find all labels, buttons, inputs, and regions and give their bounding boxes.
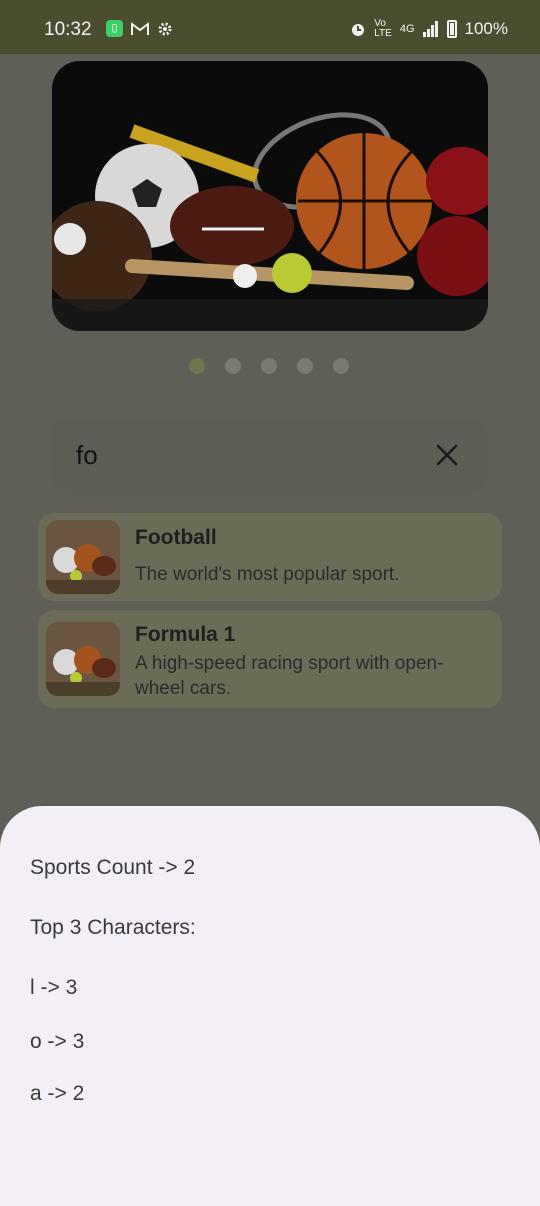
sport-description: The world's most popular sport.	[135, 564, 400, 585]
character-count-item: o -> 3	[30, 1030, 85, 1053]
sport-title: Football	[135, 526, 217, 549]
top-characters-heading: Top 3 Characters:	[30, 916, 196, 939]
signal-icon	[422, 21, 438, 37]
app-notification-icon: ▯	[106, 20, 123, 37]
sports-count-text: Sports Count -> 2	[30, 856, 196, 879]
page-dot-active[interactable]	[189, 358, 205, 374]
status-time: 10:32	[44, 19, 92, 40]
sport-description: A high-speed racing sport with open-whee…	[135, 653, 444, 699]
page-dot[interactable]	[297, 358, 313, 374]
carousel-indicator	[189, 358, 349, 374]
search-bar	[52, 420, 488, 490]
character-count-item: l -> 3	[30, 976, 78, 999]
network-type-label: 4G	[399, 23, 415, 35]
system-icons: Vo LTE 4G 100%	[350, 19, 508, 39]
status-bar: 10:32 ▯ Vo LTE 4G 100%	[0, 0, 540, 54]
page-dot[interactable]	[261, 358, 277, 374]
volte-icon: Vo LTE	[374, 18, 392, 39]
page-dot[interactable]	[225, 358, 241, 374]
carousel-image[interactable]	[52, 61, 488, 331]
list-item[interactable]: Football The world's most popular sport.	[38, 513, 502, 601]
sports-equipment-thumbnail-icon	[46, 520, 120, 594]
stats-bottom-sheet[interactable]: Sports Count -> 2 Top 3 Characters: l ->…	[0, 806, 540, 1206]
sport-thumbnail	[46, 622, 120, 696]
search-input[interactable]	[76, 437, 406, 473]
alarm-icon	[352, 24, 365, 36]
sport-thumbnail	[46, 520, 120, 594]
gmail-icon	[131, 21, 149, 35]
battery-percent: 100%	[464, 19, 508, 38]
sport-title: Formula 1	[135, 623, 236, 646]
battery-icon	[446, 20, 457, 38]
sports-equipment-thumbnail-icon	[46, 622, 120, 696]
character-count-item: a -> 2	[30, 1082, 85, 1105]
notification-icons: ▯	[106, 20, 173, 37]
clear-search-icon[interactable]	[432, 440, 462, 470]
settings-gear-icon	[158, 22, 172, 35]
sports-equipment-image	[52, 61, 488, 331]
page-dot[interactable]	[333, 358, 349, 374]
list-item[interactable]: Formula 1 A high-speed racing sport with…	[38, 610, 502, 708]
